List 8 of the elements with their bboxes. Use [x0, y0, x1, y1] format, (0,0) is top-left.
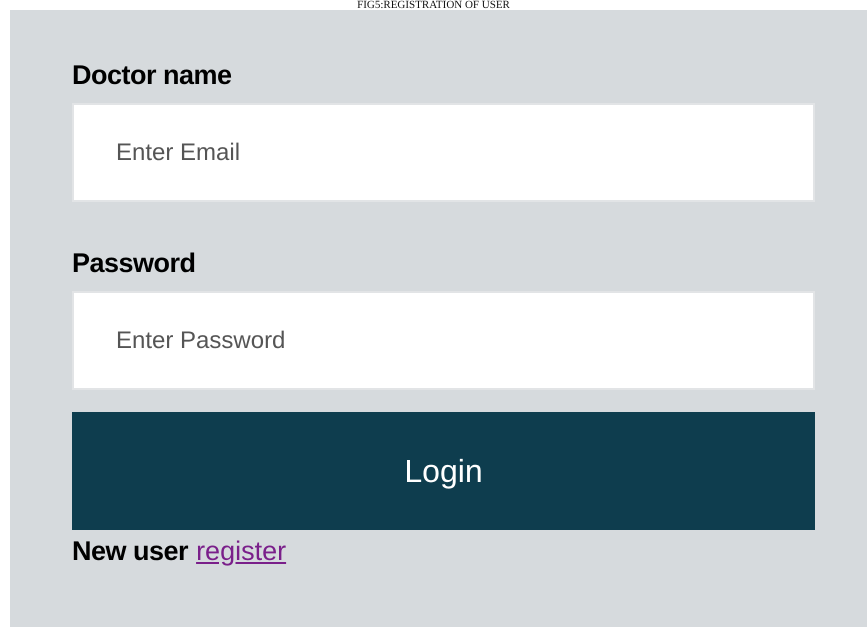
input-field[interactable]: Enter Email	[72, 103, 815, 202]
new-user-text: New user	[72, 536, 188, 567]
field-label: Password	[72, 247, 197, 280]
login-button[interactable]: Login	[72, 412, 815, 530]
field-label: Doctor name	[72, 59, 233, 92]
register-link[interactable]: register	[196, 536, 286, 567]
figure-caption: FIG5:REGISTRATION OF USER	[356, 0, 511, 10]
input-field[interactable]: Enter Password	[72, 291, 815, 390]
